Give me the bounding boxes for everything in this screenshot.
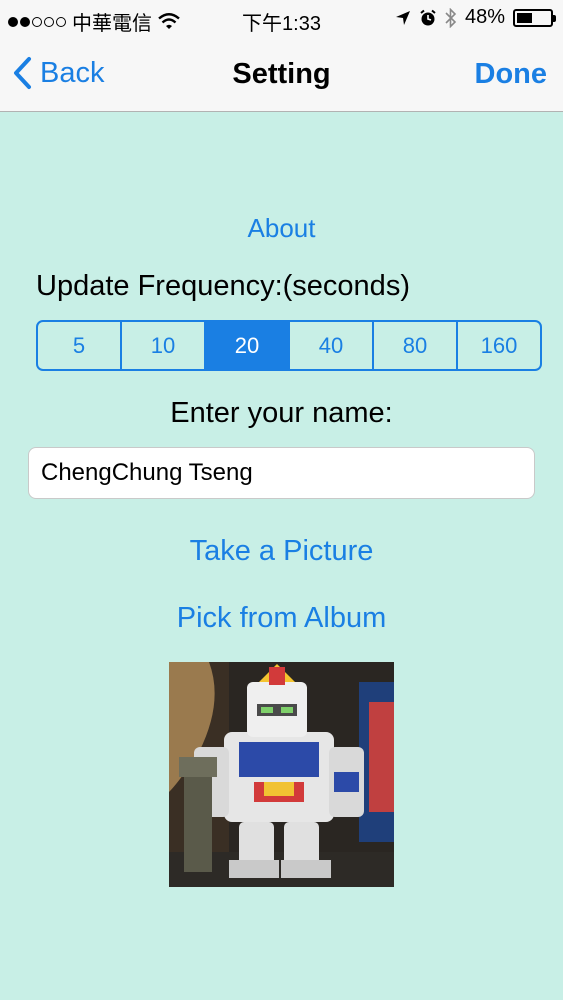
segment-10[interactable]: 10 <box>122 322 206 369</box>
segment-80[interactable]: 80 <box>374 322 458 369</box>
alarm-icon <box>420 9 436 25</box>
bluetooth-icon <box>445 7 457 28</box>
location-arrow-icon <box>395 10 410 25</box>
about-button[interactable]: About <box>0 213 563 244</box>
take-picture-button[interactable]: Take a Picture <box>0 535 563 568</box>
robot-figure-photo <box>169 662 394 887</box>
segment-160[interactable]: 160 <box>458 322 540 369</box>
status-bar: 中華電信 下午1:33 48% <box>0 0 563 38</box>
navigation-bar: Back Setting Done <box>0 38 563 112</box>
battery-icon <box>513 8 556 27</box>
done-button[interactable]: Done <box>475 58 548 91</box>
frequency-segmented-control: 5 10 20 40 80 160 <box>36 320 542 371</box>
battery-level-fill <box>517 12 532 23</box>
name-field[interactable] <box>28 447 535 499</box>
name-label: Enter your name: <box>170 397 393 429</box>
segment-40[interactable]: 40 <box>290 322 374 369</box>
battery-percent: 48% <box>464 6 505 28</box>
segment-20[interactable]: 20 <box>206 322 290 369</box>
photo-image <box>169 662 394 887</box>
pick-from-album-button[interactable]: Pick from Album <box>0 602 563 635</box>
segment-5[interactable]: 5 <box>38 322 122 369</box>
status-right: 48% <box>395 6 556 29</box>
frequency-label: Update Frequency:(seconds) <box>36 270 410 302</box>
